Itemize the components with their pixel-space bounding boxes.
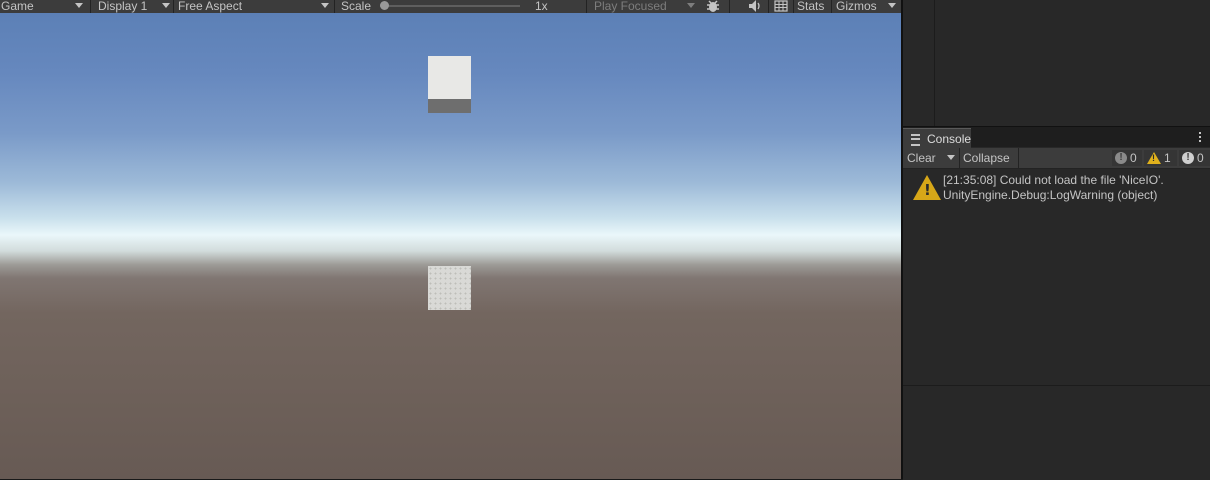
error-icon: !	[1115, 152, 1127, 164]
right-top-panel-divider	[934, 0, 935, 126]
console-tab-label: Console	[927, 132, 972, 146]
warning-count: 1	[1164, 151, 1171, 165]
console-detail-area[interactable]	[903, 386, 1210, 480]
aspect-dropdown[interactable]: Free Aspect	[178, 0, 242, 13]
warning-icon	[1147, 152, 1161, 164]
chevron-down-icon[interactable]	[75, 3, 83, 8]
tab-console[interactable]: Console	[903, 128, 971, 148]
console-tabbar: Console	[903, 127, 1210, 148]
game-toolbar: Game Display 1 Free Aspect Scale 1x Play…	[0, 0, 901, 13]
scale-label: Scale	[341, 0, 372, 13]
scale-value: 1x	[535, 0, 548, 13]
toolbar-divider	[793, 0, 794, 13]
log-entry[interactable]: [21:35:08] Could not load the file 'Nice…	[903, 169, 1210, 209]
chevron-down-icon[interactable]	[162, 3, 170, 8]
game-viewport[interactable]	[0, 13, 901, 479]
play-mode-dropdown[interactable]: Play Focused	[594, 0, 667, 13]
toolbar-divider	[729, 0, 730, 13]
right-top-panel	[903, 0, 1210, 126]
log-message: [21:35:08] Could not load the file 'Nice…	[943, 173, 1164, 187]
error-count: 0	[1130, 151, 1137, 165]
speaker-icon[interactable]	[748, 0, 762, 13]
scale-slider-handle[interactable]	[380, 1, 389, 10]
display-dropdown[interactable]: Display 1	[98, 0, 147, 13]
gizmos-button[interactable]: Gizmos	[836, 0, 877, 13]
scale-slider[interactable]	[380, 0, 520, 13]
error-filter-toggle[interactable]: ! 0	[1112, 150, 1142, 166]
warning-filter-toggle[interactable]: 1	[1144, 150, 1177, 166]
toolbar-divider	[831, 0, 832, 13]
console-panel: Console Clear Collapse ! 0 1 ! 0 [21:35:…	[903, 126, 1210, 480]
info-filter-toggle[interactable]: ! 0	[1179, 150, 1210, 166]
toolbar-divider	[768, 0, 769, 13]
console-toolbar: Clear Collapse ! 0 1 ! 0	[903, 148, 1210, 169]
info-icon: !	[1182, 152, 1194, 164]
chevron-down-icon[interactable]	[888, 3, 896, 8]
clear-button[interactable]: Clear	[907, 151, 936, 165]
bug-icon[interactable]	[706, 0, 720, 13]
game-view-panel: Game Display 1 Free Aspect Scale 1x Play…	[0, 0, 901, 479]
collapse-button[interactable]: Collapse	[963, 151, 1010, 165]
stats-button[interactable]: Stats	[797, 0, 824, 13]
console-log-list[interactable]: [21:35:08] Could not load the file 'Nice…	[903, 169, 1210, 385]
more-options-icon[interactable]	[1199, 130, 1202, 144]
chevron-down-icon[interactable]	[687, 3, 695, 8]
chevron-down-icon[interactable]	[947, 155, 955, 160]
grid-icon[interactable]	[774, 0, 788, 13]
view-mode-dropdown[interactable]: Game	[1, 0, 34, 13]
cube-bottom	[428, 266, 471, 310]
warning-icon	[913, 175, 941, 200]
info-count: 0	[1197, 151, 1204, 165]
toolbar-divider	[173, 0, 174, 13]
toolbar-divider	[334, 0, 335, 13]
cube-top	[428, 56, 471, 99]
toolbar-divider	[959, 148, 960, 168]
toolbar-divider	[586, 0, 587, 13]
toolbar-divider	[90, 0, 91, 13]
toolbar-divider	[1018, 148, 1019, 168]
cube-top-shadow	[428, 99, 471, 113]
chevron-down-icon[interactable]	[321, 3, 329, 8]
log-stacktrace: UnityEngine.Debug:LogWarning (object)	[943, 188, 1158, 202]
list-icon	[911, 134, 920, 146]
scale-slider-track	[380, 5, 520, 7]
